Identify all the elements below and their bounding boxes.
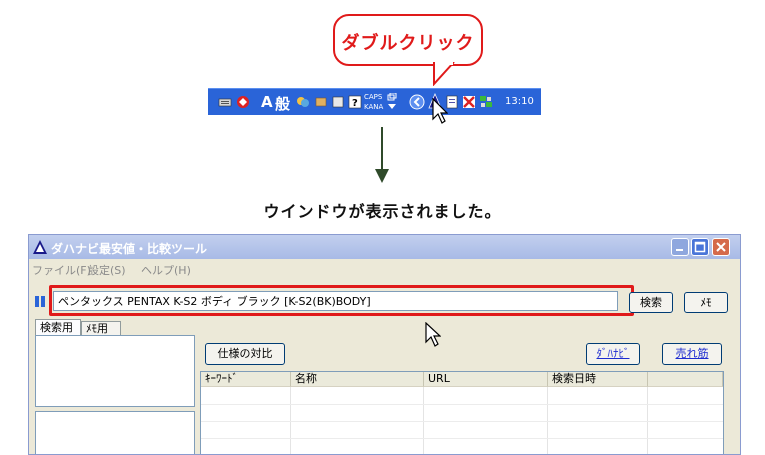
caps-indicator: CAPS	[364, 93, 383, 101]
maximize-icon	[694, 241, 706, 253]
mouse-cursor-icon	[425, 322, 441, 347]
tab-memo[interactable]: ﾒﾓ用	[81, 321, 121, 335]
network-icon[interactable]	[479, 95, 493, 109]
chevron-down-icon[interactable]	[388, 104, 396, 110]
help-icon[interactable]: ?	[348, 95, 362, 109]
column-header-name[interactable]: 名称	[291, 372, 424, 387]
grid-line	[201, 404, 723, 405]
compare-specs-button[interactable]: 仕様の対比	[205, 343, 285, 365]
history-list-box[interactable]	[35, 411, 195, 454]
ime-options-icon[interactable]	[387, 93, 397, 103]
caption-text: ウインドウが表示されました。	[263, 202, 502, 221]
minimize-icon	[676, 249, 683, 251]
callout-text: ダブルクリック	[341, 33, 475, 54]
ime-pad-icon[interactable]	[331, 95, 345, 109]
grid-line	[201, 421, 723, 422]
clock: 13:10	[505, 96, 534, 107]
app-icon	[33, 240, 47, 254]
taskbar-tray: A 般 ? CAPS KANA 13:10	[208, 88, 541, 115]
ime-tool-icon[interactable]	[296, 95, 310, 109]
svg-text:?: ?	[352, 98, 358, 109]
expand-tray-icon[interactable]	[409, 94, 425, 110]
kana-indicator: KANA	[364, 103, 384, 111]
ranking-link-button[interactable]: 売れ筋	[662, 343, 722, 365]
keyword-list-box[interactable]	[35, 335, 195, 407]
security-icon[interactable]	[236, 95, 250, 109]
title-bar[interactable]: ダハナビ最安値・比較ツール	[29, 235, 740, 259]
menu-bar: ファイル(F) 設定(S) ヘルプ(H)	[29, 259, 740, 277]
ime-dictionary-icon[interactable]	[314, 95, 328, 109]
ime-input-mode-icon[interactable]: 般	[275, 93, 290, 114]
callout-tail	[433, 62, 455, 86]
memo-button[interactable]: ﾒﾓ	[684, 292, 728, 313]
window-title: ダハナビ最安値・比較ツール	[51, 242, 208, 256]
menu-help[interactable]: ヘルプ(H)	[141, 262, 191, 278]
clipboard-tool-icon[interactable]	[462, 95, 476, 109]
keyboard-icon[interactable]	[218, 95, 232, 109]
tab-search[interactable]: 検索用	[35, 319, 81, 335]
results-table[interactable]: ｷｰﾜｰﾄﾞ 名称 URL 検索日時	[200, 371, 724, 454]
search-button[interactable]: 検索	[629, 292, 673, 313]
grid-line	[201, 438, 723, 439]
menu-settings[interactable]: 設定(S)	[88, 262, 126, 278]
callout-bubble: ダブルクリック	[333, 14, 483, 66]
column-header-keyword[interactable]: ｷｰﾜｰﾄﾞ	[201, 372, 291, 387]
close-icon	[716, 242, 726, 252]
highlight-frame	[49, 285, 634, 316]
dahanavi-link-button[interactable]: ﾀﾞﾊﾅﾋﾞ	[586, 343, 640, 365]
ime-mode-icon[interactable]: A	[261, 93, 273, 111]
minimize-button[interactable]	[671, 238, 689, 256]
column-header-blank	[648, 372, 723, 387]
maximize-button[interactable]	[691, 238, 709, 256]
list-tool-icon[interactable]	[34, 295, 46, 308]
app-window: ダハナビ最安値・比較ツール ファイル(F) 設定(S) ヘルプ(H) 検索 ﾒﾓ…	[28, 234, 741, 455]
down-arrow-icon	[375, 127, 389, 183]
menu-file[interactable]: ファイル(F)	[32, 262, 91, 278]
column-header-date[interactable]: 検索日時	[548, 372, 648, 387]
mouse-cursor-icon	[432, 98, 448, 124]
close-button[interactable]	[712, 238, 730, 256]
column-header-url[interactable]: URL	[424, 372, 548, 387]
